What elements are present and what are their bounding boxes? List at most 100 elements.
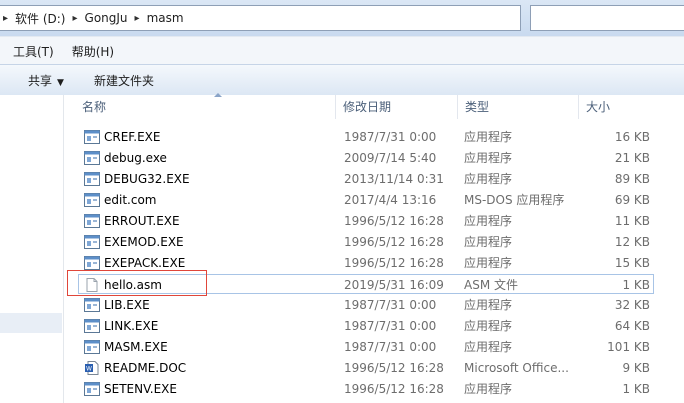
menu-bar: 工具(T) 帮助(H) [0,36,684,65]
file-name: DEBUG32.EXE [104,172,190,186]
file-date: 1996/5/12 16:28 [344,235,444,249]
column-date[interactable]: 修改日期 [336,95,458,119]
file-list[interactable]: 名称 修改日期 类型 大小 CREF.EXE 1987/7/31 0:00 应用程序… [64,93,684,403]
file-name: README.DOC [104,361,187,375]
file-type: 应用程序 [464,130,513,144]
file-size: 16 KB [614,130,650,144]
search-input[interactable] [530,5,684,31]
file-type: 应用程序 [464,319,513,333]
file-date: 2017/4/4 13:16 [344,193,437,207]
exe-icon [84,193,100,207]
file-size: 1 KB [622,382,650,396]
file-row[interactable]: ERROUT.EXE 1996/5/12 16:28 应用程序 11 KB [79,211,653,231]
file-name: LINK.EXE [104,319,159,333]
file-size: 9 KB [622,361,650,375]
file-row[interactable]: hello.asm 2019/5/31 16:09 ASM 文件 1 KB [78,274,654,294]
exe-icon [84,382,100,396]
file-row[interactable]: EXEPACK.EXE 1996/5/12 16:28 应用程序 15 KB [79,253,653,273]
file-row[interactable]: EXEMOD.EXE 1996/5/12 16:28 应用程序 12 KB [79,232,653,252]
file-type: 应用程序 [464,298,513,312]
file-size: 101 KB [607,340,650,354]
file-date: 1996/5/12 16:28 [344,214,444,228]
file-type: 应用程序 [464,172,513,186]
file-row[interactable]: LIB.EXE 1987/7/31 0:00 应用程序 32 KB [79,295,653,315]
exe-icon [84,130,100,144]
column-type[interactable]: 类型 [458,95,579,119]
file-date: 2013/11/14 0:31 [344,172,444,186]
breadcrumb-item-masm[interactable]: masm [143,11,188,25]
file-size: 69 KB [614,193,650,207]
file-type: 应用程序 [464,151,513,165]
share-button-label: 共享 [28,73,53,88]
file-name: ERROUT.EXE [104,214,180,228]
file-date: 2019/5/31 16:09 [344,278,444,292]
chevron-right-icon[interactable]: ▸ [132,13,143,24]
share-button[interactable]: 共享 ▼ [20,72,72,89]
file-row[interactable]: SETENV.EXE 1996/5/12 16:28 应用程序 1 KB [79,379,653,399]
column-name[interactable]: 名称 [75,93,336,119]
file-type: ASM 文件 [464,278,518,292]
file-date: 1996/5/12 16:28 [344,256,444,270]
file-row[interactable]: CREF.EXE 1987/7/31 0:00 应用程序 16 KB [79,127,653,147]
menu-tools[interactable]: 工具(T) [0,43,59,60]
chevron-right-icon[interactable]: ▸ [70,13,81,24]
file-name: edit.com [104,193,157,207]
file-type: 应用程序 [464,256,513,270]
file-size: 11 KB [614,214,650,228]
file-type: 应用程序 [464,235,513,249]
file-type: Microsoft Office... [464,361,569,375]
sort-ascending-icon [214,93,222,97]
file-type: 应用程序 [464,382,513,396]
file-type: 应用程序 [464,214,513,228]
file-row[interactable]: MASM.EXE 1987/7/31 0:00 应用程序 101 KB [79,337,653,357]
file-icon [84,278,100,292]
file-size: 89 KB [614,172,650,186]
file-name: EXEMOD.EXE [104,235,184,249]
file-date: 1987/7/31 0:00 [344,340,437,354]
menu-help[interactable]: 帮助(H) [59,43,119,60]
new-folder-button[interactable]: 新建文件夹 [86,72,162,89]
address-bar: ▸ 软件 (D:) ▸ GongJu ▸ masm [0,0,684,36]
exe-icon [84,235,100,249]
file-size: 64 KB [614,319,650,333]
file-row[interactable]: edit.com 2017/4/4 13:16 MS-DOS 应用程序 69 KB [79,190,653,210]
file-name: MASM.EXE [104,340,168,354]
file-name: hello.asm [104,278,162,292]
command-bar: 共享 ▼ 新建文件夹 [0,64,684,96]
file-row[interactable]: LINK.EXE 1987/7/31 0:00 应用程序 64 KB [79,316,653,336]
nav-selected-item[interactable] [0,313,62,333]
file-date: 1987/7/31 0:00 [344,130,437,144]
exe-icon [84,172,100,186]
file-size: 15 KB [614,256,650,270]
file-row[interactable]: W README.DOC 1996/5/12 16:28 Microsoft Offi… [79,358,653,378]
navigation-pane[interactable] [0,95,64,403]
file-row[interactable]: DEBUG32.EXE 2013/11/14 0:31 应用程序 89 KB [79,169,653,189]
chevron-right-icon[interactable]: ▸ [0,13,11,24]
file-size: 21 KB [614,151,650,165]
file-name: EXEPACK.EXE [104,256,186,270]
dropdown-caret-icon: ▼ [57,77,64,88]
file-date: 1987/7/31 0:00 [344,319,437,333]
word-doc-icon: W [84,361,100,375]
column-name-label: 名称 [82,100,107,114]
file-name: LIB.EXE [104,298,150,312]
file-name: CREF.EXE [104,130,161,144]
breadcrumb[interactable]: ▸ 软件 (D:) ▸ GongJu ▸ masm [0,5,521,31]
file-date: 1987/7/31 0:00 [344,298,437,312]
file-name: SETENV.EXE [104,382,177,396]
file-size: 32 KB [614,298,650,312]
file-row[interactable]: debug.exe 2009/7/14 5:40 应用程序 21 KB [79,148,653,168]
breadcrumb-item-gongju[interactable]: GongJu [81,11,132,25]
breadcrumb-item-drive[interactable]: 软件 (D:) [11,10,69,27]
exe-icon [84,151,100,165]
column-size[interactable]: 大小 [579,95,684,119]
file-type: 应用程序 [464,340,513,354]
exe-icon [84,319,100,333]
exe-icon [84,298,100,312]
file-date: 1996/5/12 16:28 [344,382,444,396]
file-date: 1996/5/12 16:28 [344,361,444,375]
exe-icon [84,214,100,228]
file-type: MS-DOS 应用程序 [464,193,565,207]
file-date: 2009/7/14 5:40 [344,151,437,165]
exe-icon [84,256,100,270]
